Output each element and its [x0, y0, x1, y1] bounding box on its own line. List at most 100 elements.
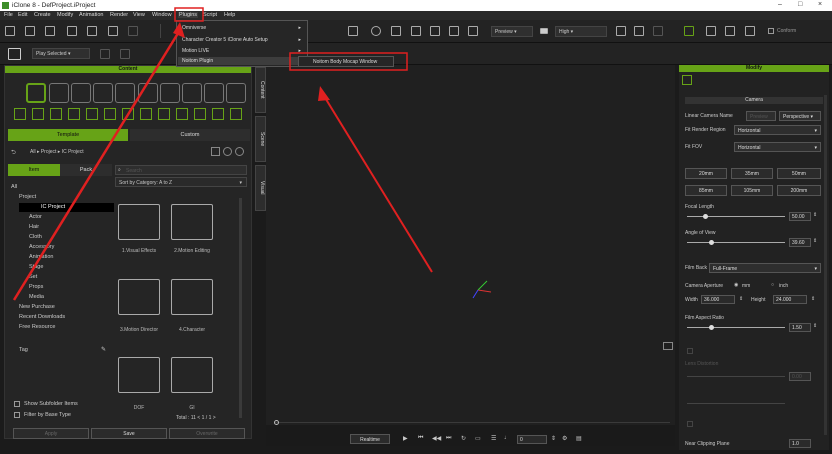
loop-icon[interactable]: ↻	[461, 435, 466, 442]
menu-animation[interactable]: Animation	[79, 12, 103, 18]
play-icon[interactable]: ▶	[403, 435, 408, 442]
tab-item[interactable]: Item	[8, 164, 60, 176]
modify-icon[interactable]	[682, 75, 692, 85]
tree-item-new-purchase[interactable]: New Purchase	[19, 304, 55, 310]
back-icon[interactable]: ⮌	[11, 148, 16, 158]
flag-icon[interactable]	[706, 26, 716, 36]
menu-item-cc5-auto-setup[interactable]: Character Creator 5 iClone Auto Setup	[182, 37, 268, 43]
filter-base-type-checkbox[interactable]	[14, 412, 20, 418]
tree-item-selected[interactable]: IC Project	[19, 203, 114, 212]
subcategory-icon[interactable]	[86, 108, 98, 120]
slider-knob[interactable]	[703, 214, 708, 219]
set-icon[interactable]	[138, 83, 158, 103]
folder-library-icon[interactable]	[26, 83, 46, 103]
realtime-button[interactable]: Realtime	[350, 434, 390, 444]
frame-input[interactable]: 0	[517, 435, 547, 444]
folder-dof[interactable]	[118, 357, 160, 393]
frame-icon[interactable]	[411, 26, 421, 36]
breadcrumb[interactable]: All ▸ Project ▸ IC Project	[30, 149, 84, 155]
tree-item-project[interactable]: Project	[19, 194, 36, 200]
slider-knob[interactable]	[709, 325, 714, 330]
menu-view[interactable]: View	[133, 12, 145, 18]
tree-item-accessory[interactable]: Accessory	[29, 244, 54, 250]
scrollbar[interactable]	[824, 95, 827, 435]
brush-icon[interactable]	[745, 26, 755, 36]
quality-dropdown[interactable]: High ▾	[555, 26, 607, 37]
stepper-icon[interactable]: ⇕	[813, 238, 817, 244]
subcategory-icon[interactable]	[176, 108, 188, 120]
projection-dropdown[interactable]: Perspective ▾	[779, 111, 821, 121]
lens-35mm-button[interactable]: 35mm	[731, 168, 773, 179]
subcategory-icon[interactable]	[140, 108, 152, 120]
width-input[interactable]: 36.000	[701, 295, 735, 304]
script-icon[interactable]	[684, 26, 694, 36]
side-tab-scene[interactable]: Scene	[255, 116, 266, 162]
stepper-icon[interactable]: ⇕	[811, 296, 815, 302]
tree-item-cloth[interactable]: Cloth	[29, 234, 42, 240]
character-icon[interactable]	[49, 83, 69, 103]
hash-icon[interactable]	[468, 26, 478, 36]
tree-item-media[interactable]: Media	[29, 294, 44, 300]
lens-20mm-button[interactable]: 20mm	[685, 168, 727, 179]
near-clipping-input[interactable]: 1.0	[789, 439, 811, 448]
folder-gi[interactable]	[171, 357, 213, 393]
menu-window[interactable]: Window	[152, 12, 172, 18]
subcategory-icon[interactable]	[14, 108, 26, 120]
camera-view-icon[interactable]	[348, 26, 358, 36]
speed-icon[interactable]: ▭	[475, 435, 481, 442]
film-aspect-input[interactable]: 1.50	[789, 323, 811, 332]
subcategory-icon[interactable]	[230, 108, 242, 120]
sort-dropdown[interactable]: Sort by Category: A to Z ▾	[115, 177, 247, 187]
next-key-icon[interactable]: ⏭	[446, 435, 451, 442]
tab-template[interactable]: Template	[8, 129, 128, 141]
open-file-icon[interactable]	[25, 26, 35, 36]
3d-viewport[interactable]	[266, 65, 675, 425]
maximize-icon[interactable]: □	[798, 1, 802, 8]
film-back-dropdown[interactable]: Full-Frame ▾	[709, 263, 821, 273]
height-input[interactable]: 24.000	[773, 295, 807, 304]
menu-modify[interactable]: Modify	[57, 12, 73, 18]
menu-render[interactable]: Render	[110, 12, 128, 18]
menu-item-omniverse[interactable]: Omniverse	[182, 25, 206, 31]
minimize-icon[interactable]: –	[778, 1, 782, 8]
stepper-icon[interactable]: ⇕	[551, 435, 556, 442]
save-icon[interactable]	[45, 26, 55, 36]
radio-inch[interactable]: ○	[771, 282, 774, 288]
tree-item-all[interactable]: All	[11, 184, 17, 190]
media-icon[interactable]	[226, 83, 246, 103]
apply-button[interactable]: Apply	[13, 428, 89, 439]
conform-checkbox[interactable]	[768, 28, 774, 34]
home-icon[interactable]	[391, 26, 401, 36]
stepper-icon[interactable]: ⇕	[739, 296, 743, 302]
pagination[interactable]: Total : 11 < 1 / 1 >	[176, 415, 216, 421]
stepper-icon[interactable]: ⇕	[813, 212, 817, 218]
scrollbar[interactable]	[239, 198, 242, 418]
film-aspect-slider[interactable]	[687, 327, 785, 328]
motion-icon[interactable]	[71, 83, 91, 103]
menu-plugins[interactable]: Plugins	[178, 12, 199, 18]
disabled-checkbox[interactable]	[687, 348, 693, 354]
menu-item-motion-live[interactable]: Motion LIVE	[182, 48, 209, 54]
lens-85mm-button[interactable]: 85mm	[685, 185, 727, 196]
fit-render-region-dropdown[interactable]: Horizontal ▾	[734, 125, 821, 135]
lens-105mm-button[interactable]: 105mm	[731, 185, 773, 196]
side-tab-visual[interactable]: Visual	[255, 165, 266, 211]
side-tab-content[interactable]: Content	[255, 67, 266, 113]
subcategory-icon[interactable]	[32, 108, 44, 120]
viewport-toggle-icon[interactable]	[663, 342, 673, 350]
image-icon[interactable]	[725, 26, 735, 36]
tag-item[interactable]: Tag	[19, 347, 28, 353]
settings-icon[interactable]: ⚙	[562, 435, 567, 442]
accessory-icon[interactable]	[93, 83, 113, 103]
terrain-icon[interactable]	[160, 83, 180, 103]
move-icon[interactable]	[120, 49, 130, 59]
close-icon[interactable]: ×	[818, 1, 822, 8]
rewind-icon[interactable]: ◀◀	[432, 435, 441, 442]
subcategory-icon[interactable]	[122, 108, 134, 120]
menu-create[interactable]: Create	[34, 12, 51, 18]
camera-section-header[interactable]: Camera	[685, 97, 823, 104]
menu-edit[interactable]: Edit	[18, 12, 27, 18]
import-icon[interactable]	[67, 26, 77, 36]
subcategory-icon[interactable]	[158, 108, 170, 120]
save-button[interactable]: Save	[91, 428, 167, 439]
